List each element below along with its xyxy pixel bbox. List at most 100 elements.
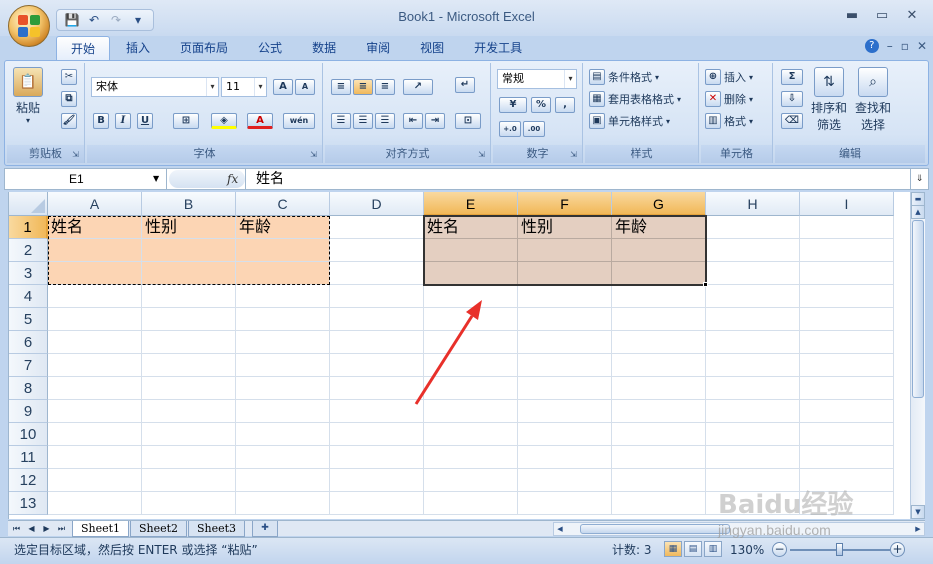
- cell-c4[interactable]: [236, 285, 330, 308]
- cell-b7[interactable]: [142, 354, 236, 377]
- phonetic-guide-icon[interactable]: wén: [283, 113, 315, 129]
- sheet-tab-sheet2[interactable]: Sheet2: [130, 521, 188, 537]
- cell-a12[interactable]: [48, 469, 142, 492]
- cell-a2[interactable]: [48, 239, 142, 262]
- tab-view[interactable]: 视图: [406, 36, 458, 60]
- insert-function-icon[interactable]: fx: [227, 169, 238, 189]
- scroll-up-icon[interactable]: ▲: [911, 205, 925, 219]
- percent-button[interactable]: %: [531, 97, 551, 113]
- format-painter-icon[interactable]: 🖌: [61, 113, 77, 129]
- next-sheet-icon[interactable]: ▶: [40, 522, 53, 535]
- shrink-font-icon[interactable]: A: [295, 79, 315, 95]
- cell-b12[interactable]: [142, 469, 236, 492]
- cell-f10[interactable]: [518, 423, 612, 446]
- cell-c5[interactable]: [236, 308, 330, 331]
- cell-f5[interactable]: [518, 308, 612, 331]
- cell-f6[interactable]: [518, 331, 612, 354]
- name-box[interactable]: E1: [5, 169, 167, 189]
- cell-c8[interactable]: [236, 377, 330, 400]
- cell-e6[interactable]: [424, 331, 518, 354]
- cell-c6[interactable]: [236, 331, 330, 354]
- cell-a13[interactable]: [48, 492, 142, 515]
- cell-h5[interactable]: [706, 308, 800, 331]
- cell-e11[interactable]: [424, 446, 518, 469]
- cell-h4[interactable]: [706, 285, 800, 308]
- cell-g13[interactable]: [612, 492, 706, 515]
- cell-i9[interactable]: [800, 400, 894, 423]
- cell-a9[interactable]: [48, 400, 142, 423]
- cell-i8[interactable]: [800, 377, 894, 400]
- row-header-2[interactable]: 2: [9, 239, 48, 262]
- scroll-right-icon[interactable]: ▶: [912, 523, 924, 535]
- cell-e10[interactable]: [424, 423, 518, 446]
- cell-d13[interactable]: [330, 492, 424, 515]
- expand-formula-bar-icon[interactable]: ⇓: [910, 169, 928, 189]
- ribbon-close-button[interactable]: ✕: [917, 39, 927, 53]
- cell-c9[interactable]: [236, 400, 330, 423]
- alignment-launcher-icon[interactable]: ⇲: [476, 149, 487, 160]
- fill-icon[interactable]: ⇩: [781, 91, 803, 107]
- format-cells-button[interactable]: ▥ 格式 ▾: [705, 113, 753, 129]
- cell-d12[interactable]: [330, 469, 424, 492]
- cell-f7[interactable]: [518, 354, 612, 377]
- cell-h6[interactable]: [706, 331, 800, 354]
- italic-button[interactable]: I: [115, 113, 131, 129]
- cell-g10[interactable]: [612, 423, 706, 446]
- zoom-out-icon[interactable]: −: [772, 542, 787, 557]
- cell-i10[interactable]: [800, 423, 894, 446]
- increase-indent-icon[interactable]: ⇥: [425, 113, 445, 129]
- row-header-11[interactable]: 11: [9, 446, 48, 469]
- row-header-7[interactable]: 7: [9, 354, 48, 377]
- cell-f8[interactable]: [518, 377, 612, 400]
- cell-c3[interactable]: [236, 262, 330, 285]
- page-break-view-icon[interactable]: ▥: [704, 541, 722, 557]
- tab-home[interactable]: 开始: [56, 36, 111, 60]
- insert-sheet-icon[interactable]: ✚: [252, 521, 278, 537]
- row-header-13[interactable]: 13: [9, 492, 48, 515]
- tab-developer[interactable]: 开发工具: [460, 36, 536, 60]
- vertical-scroll-thumb[interactable]: [912, 220, 924, 398]
- cell-a3[interactable]: [48, 262, 142, 285]
- undo-icon[interactable]: ↶: [85, 12, 103, 28]
- maximize-button[interactable]: ▭: [867, 6, 897, 26]
- cell-i5[interactable]: [800, 308, 894, 331]
- number-launcher-icon[interactable]: ⇲: [568, 149, 579, 160]
- row-header-8[interactable]: 8: [9, 377, 48, 400]
- cell-b9[interactable]: [142, 400, 236, 423]
- cell-f3[interactable]: [518, 262, 612, 285]
- cell-d7[interactable]: [330, 354, 424, 377]
- decrease-indent-icon[interactable]: ⇤: [403, 113, 423, 129]
- align-left-icon[interactable]: ☰: [331, 113, 351, 129]
- column-header-h[interactable]: H: [706, 192, 800, 216]
- last-sheet-icon[interactable]: ⏭: [55, 522, 68, 535]
- cell-g9[interactable]: [612, 400, 706, 423]
- cell-d8[interactable]: [330, 377, 424, 400]
- align-middle-icon[interactable]: ≡: [353, 79, 373, 95]
- format-as-table-button[interactable]: ▦ 套用表格格式 ▾: [589, 91, 681, 107]
- cell-d4[interactable]: [330, 285, 424, 308]
- cell-b6[interactable]: [142, 331, 236, 354]
- cell-g2[interactable]: [612, 239, 706, 262]
- cell-b8[interactable]: [142, 377, 236, 400]
- cell-e8[interactable]: [424, 377, 518, 400]
- cell-c2[interactable]: [236, 239, 330, 262]
- cell-b5[interactable]: [142, 308, 236, 331]
- minimize-button[interactable]: ▬: [837, 6, 867, 26]
- tab-formulas[interactable]: 公式: [244, 36, 296, 60]
- cell-b4[interactable]: [142, 285, 236, 308]
- cell-a1[interactable]: 姓名: [48, 216, 142, 239]
- cell-b2[interactable]: [142, 239, 236, 262]
- horizontal-scrollbar[interactable]: ◀ ▶: [553, 522, 925, 536]
- column-header-e[interactable]: E: [424, 192, 518, 216]
- redo-icon[interactable]: ↷: [107, 12, 125, 28]
- column-header-d[interactable]: D: [330, 192, 424, 216]
- cell-i13[interactable]: [800, 492, 894, 515]
- cell-h9[interactable]: [706, 400, 800, 423]
- cell-i12[interactable]: [800, 469, 894, 492]
- page-layout-view-icon[interactable]: ▤: [684, 541, 702, 557]
- cell-b1[interactable]: 性别: [142, 216, 236, 239]
- cell-a5[interactable]: [48, 308, 142, 331]
- grow-font-icon[interactable]: A: [273, 79, 293, 95]
- cell-b3[interactable]: [142, 262, 236, 285]
- cell-d10[interactable]: [330, 423, 424, 446]
